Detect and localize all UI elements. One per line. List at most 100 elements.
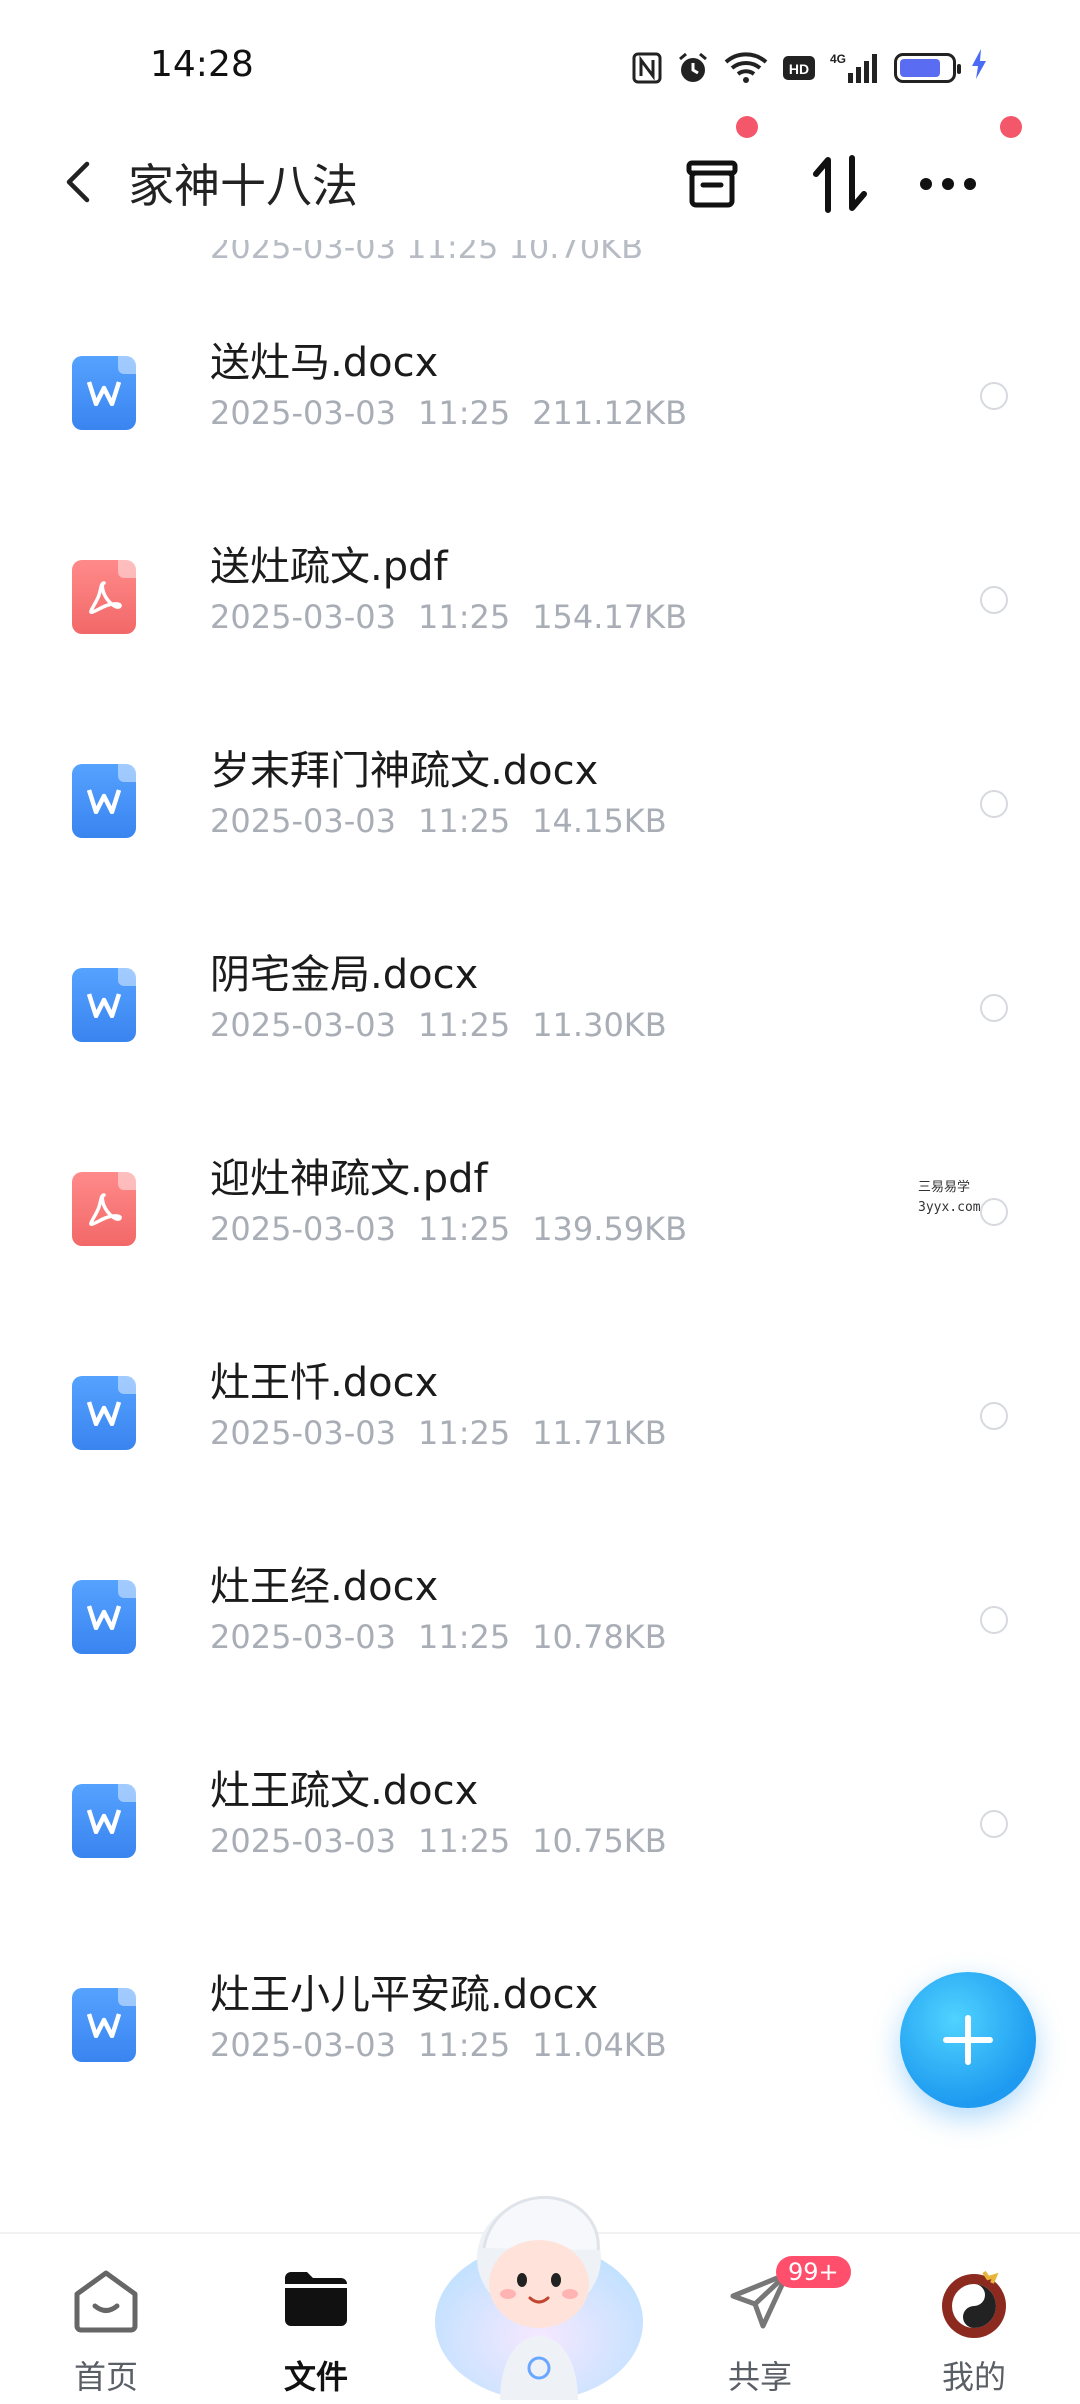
- file-name: 送灶马.docx: [210, 340, 439, 386]
- file-time: 11:25: [417, 2026, 511, 2064]
- file-meta: 2025-03-03 11:25 14.15KB: [210, 802, 667, 840]
- back-arrow-icon: [66, 161, 90, 203]
- pdf-file-icon: [72, 560, 136, 634]
- file-size: 154.17KB: [532, 598, 688, 636]
- file-name: 迎灶神疏文.pdf: [210, 1156, 488, 1202]
- archive-icon: [686, 160, 738, 208]
- status-bar: 14:28 HD 4G: [0, 0, 1080, 130]
- file-date: 2025-03-03: [210, 802, 396, 840]
- select-radio[interactable]: [980, 790, 1008, 818]
- header: 家神十八法: [0, 116, 1080, 240]
- docx-file-icon: [72, 764, 136, 838]
- file-row[interactable]: 送灶马.docx 2025-03-03 11:25 211.12KB: [0, 308, 1080, 512]
- select-radio[interactable]: [980, 1198, 1008, 1226]
- sort-icon: [813, 155, 867, 213]
- ai-assistant-mascot[interactable]: [430, 2172, 648, 2400]
- file-row[interactable]: 灶王忏.docx 2025-03-03 11:25 11.71KB: [0, 1328, 1080, 1532]
- file-date: 2025-03-03: [210, 1006, 396, 1044]
- file-row[interactable]: 阴宅金局.docx 2025-03-03 11:25 11.30KB: [0, 920, 1080, 1124]
- avatar-yinyang-icon: [942, 2270, 1006, 2338]
- docx-file-icon: [72, 1376, 136, 1450]
- file-row[interactable]: 迎灶神疏文.pdf 2025-03-03 11:25 139.59KB: [0, 1124, 1080, 1328]
- file-row[interactable]: 灶王经.docx 2025-03-03 11:25 10.78KB: [0, 1532, 1080, 1736]
- file-size: 10.78KB: [532, 1618, 667, 1656]
- nav-mine[interactable]: 我的: [894, 2256, 1054, 2396]
- file-size: 11.30KB: [532, 1006, 667, 1044]
- nav-share-label: 共享: [727, 2358, 792, 2396]
- nav-files[interactable]: 文件: [236, 2256, 396, 2396]
- file-size: 139.59KB: [532, 1210, 688, 1248]
- file-time: 11:25: [417, 598, 511, 636]
- file-time: 11:25: [417, 1822, 511, 1860]
- docx-file-icon: [72, 1580, 136, 1654]
- file-date: 2025-03-03: [210, 1210, 396, 1248]
- file-meta: 2025-03-03 11:25 11.04KB: [210, 2026, 667, 2064]
- file-date: 2025-03-03: [210, 1822, 396, 1860]
- file-time: 11:25: [417, 1414, 511, 1452]
- sort-button[interactable]: [800, 144, 880, 224]
- file-name: 灶王忏.docx: [210, 1360, 439, 1406]
- docx-file-icon: [72, 356, 136, 430]
- nfc-icon: [632, 52, 662, 84]
- file-name: 灶王疏文.docx: [210, 1768, 479, 1814]
- archive-button[interactable]: [672, 144, 752, 224]
- add-button[interactable]: [900, 1972, 1036, 2108]
- select-radio[interactable]: [980, 586, 1008, 614]
- file-list: 2025-03-03 11:25 10.70KB 送灶马.docx 2025-0…: [0, 240, 1080, 2230]
- more-icon: [920, 178, 976, 190]
- share-badge: 99+: [776, 2256, 851, 2288]
- file-meta: 2025-03-03 11:25 10.78KB: [210, 1618, 667, 1656]
- select-radio[interactable]: [980, 1402, 1008, 1430]
- file-meta: 2025-03-03 11:25 11.30KB: [210, 1006, 667, 1044]
- plus-icon: [943, 2015, 993, 2065]
- battery-level: [900, 59, 940, 77]
- nav-home[interactable]: 首页: [26, 2256, 186, 2396]
- nav-share[interactable]: 99+ 共享: [680, 2256, 851, 2396]
- back-button[interactable]: [48, 152, 108, 212]
- battery-icon: [894, 53, 961, 83]
- select-radio[interactable]: [980, 382, 1008, 410]
- file-name: 送灶疏文.pdf: [210, 544, 448, 590]
- file-meta: 2025-03-03 11:25 211.12KB: [210, 394, 687, 432]
- file-name: 阴宅金局.docx: [210, 952, 479, 998]
- hd-icon: HD: [782, 53, 816, 83]
- file-date: 2025-03-03: [210, 1618, 396, 1656]
- watermark-line1: 三易易学: [918, 1180, 971, 1195]
- file-date: 2025-03-03: [210, 598, 396, 636]
- select-radio[interactable]: [980, 994, 1008, 1022]
- partial-item-meta: 2025-03-03 11:25 10.70KB: [210, 240, 644, 266]
- file-size: 11.71KB: [532, 1414, 667, 1452]
- file-date: 2025-03-03: [210, 1414, 396, 1452]
- file-size: 14.15KB: [532, 802, 667, 840]
- watermark: 三易易学 3yyx.com: [918, 1178, 981, 1218]
- nav-home-label: 首页: [73, 2358, 138, 2396]
- docx-file-icon: [72, 1784, 136, 1858]
- status-icons: HD 4G: [632, 48, 988, 88]
- file-time: 11:25: [417, 1006, 511, 1044]
- svg-text:4G: 4G: [830, 52, 846, 66]
- file-date: 2025-03-03: [210, 2026, 396, 2064]
- select-radio[interactable]: [980, 1606, 1008, 1634]
- nav-mine-label: 我的: [941, 2358, 1006, 2396]
- file-date: 2025-03-03: [210, 394, 396, 432]
- file-time: 11:25: [417, 394, 511, 432]
- file-meta: 2025-03-03 11:25 154.17KB: [210, 598, 687, 636]
- file-row[interactable]: 岁末拜门神疏文.docx 2025-03-03 11:25 14.15KB: [0, 716, 1080, 920]
- file-meta: 2025-03-03 11:25 10.75KB: [210, 1822, 667, 1860]
- svg-text:HD: HD: [789, 61, 809, 77]
- page-title: 家神十八法: [128, 159, 358, 213]
- nav-files-label: 文件: [283, 2358, 348, 2396]
- pdf-file-icon: [72, 1172, 136, 1246]
- status-time: 14:28: [150, 44, 254, 85]
- signal-4g-icon: 4G: [830, 51, 880, 85]
- file-row[interactable]: 灶王疏文.docx 2025-03-03 11:25 10.75KB: [0, 1736, 1080, 1940]
- watermark-line2: 3yyx.com: [918, 1200, 981, 1215]
- file-row[interactable]: 送灶疏文.pdf 2025-03-03 11:25 154.17KB: [0, 512, 1080, 716]
- select-radio[interactable]: [980, 1810, 1008, 1838]
- more-button[interactable]: [908, 144, 988, 224]
- folder-icon: [285, 2272, 347, 2326]
- charging-icon: [970, 48, 988, 88]
- file-time: 11:25: [417, 802, 511, 840]
- file-name: 灶王经.docx: [210, 1564, 439, 1610]
- docx-file-icon: [72, 968, 136, 1042]
